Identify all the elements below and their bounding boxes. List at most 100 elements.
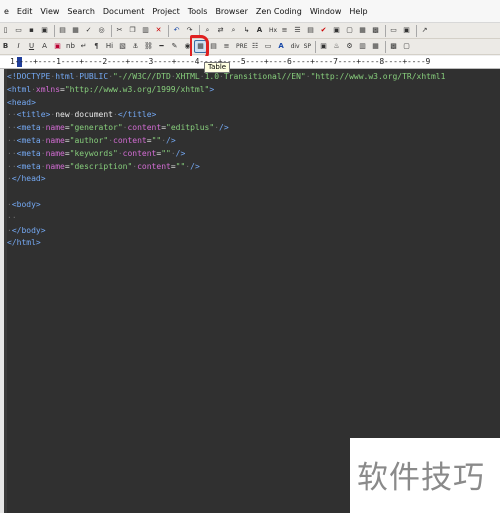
code-token: "keywords"	[69, 148, 118, 158]
print-preview-icon[interactable]: ▤	[57, 25, 68, 36]
replace-icon[interactable]: ⇄	[215, 25, 226, 36]
menu-item-search[interactable]: Search	[63, 7, 98, 16]
ruler: 1----+----1----+----2----+----3----+----…	[0, 56, 500, 69]
check-icon[interactable]: ✔	[318, 25, 329, 36]
panel2-icon[interactable]: ▢	[344, 25, 355, 36]
code-token: "generator"	[69, 123, 123, 133]
html-toolbar: B I U A ▣ nb ↵ ¶ Hi ▧ ⚓ ⛓ ━ ✎ ◉ ▦ ▤ ≡ PR…	[0, 39, 500, 55]
preview-icon[interactable]: ▥	[357, 41, 368, 52]
form-icon[interactable]: ▭	[263, 41, 274, 52]
new-file-icon[interactable]: ▯	[0, 25, 11, 36]
code-token: 1.0	[204, 72, 220, 81]
panel3-icon[interactable]: ▦	[357, 25, 368, 36]
span-button[interactable]: SP	[302, 43, 313, 50]
menu-item-document[interactable]: Document	[99, 7, 148, 16]
delete-icon[interactable]: ✕	[153, 25, 164, 36]
print-icon[interactable]: ▦	[70, 25, 81, 36]
comment-icon[interactable]: ≡	[221, 41, 232, 52]
menu-item-view[interactable]: View	[36, 7, 63, 16]
browser-preview-icon[interactable]: ◎	[96, 25, 107, 36]
toolbar-option2-icon[interactable]: ▢	[401, 41, 412, 52]
watermark-text: 软件技巧	[357, 460, 485, 496]
hr-icon[interactable]: ━	[156, 41, 167, 52]
paste-icon[interactable]: ▥	[140, 25, 151, 36]
code-line: ··<meta·name="generator"·content="editpl…	[7, 122, 445, 135]
code-token: "http://www.w3.org/TR/xhtml1	[310, 72, 446, 81]
pencil-icon[interactable]: ✎	[169, 41, 180, 52]
goto-icon[interactable]: ↳	[241, 25, 252, 36]
code-token: </head>	[11, 174, 46, 184]
code-token: ""	[161, 148, 171, 158]
tile-icon[interactable]: ▭	[388, 25, 399, 36]
nbsp-icon[interactable]: nb	[65, 41, 76, 52]
list-icon[interactable]: ☷	[250, 41, 261, 52]
css-icon[interactable]: ♨	[331, 41, 342, 52]
toolbar-separator	[168, 24, 169, 37]
find-in-files-icon[interactable]: ⌕	[228, 25, 239, 36]
anchor-icon[interactable]: ⚓	[130, 41, 141, 52]
menu-item-e[interactable]: e	[0, 7, 13, 16]
code-token: />	[219, 123, 229, 133]
code-token: document	[74, 110, 113, 120]
line-numbers-icon[interactable]: ☰	[292, 25, 303, 36]
bold-button[interactable]: B	[0, 41, 11, 52]
br-icon[interactable]: ↵	[78, 41, 89, 52]
code-token: new	[55, 110, 70, 120]
code-token: ··	[7, 148, 17, 158]
font-tag-icon[interactable]: A	[276, 41, 287, 52]
table-row-icon[interactable]: ▤	[208, 41, 219, 52]
code-line: ··<title>·new·document·</title>	[7, 109, 445, 122]
image-icon[interactable]: ▧	[117, 41, 128, 52]
word-wrap-icon[interactable]: ≡	[279, 25, 290, 36]
code-token: PUBLIC	[79, 72, 109, 81]
italic-button[interactable]: I	[13, 41, 24, 52]
toolbar-separator	[54, 24, 55, 37]
div-button[interactable]: div	[289, 43, 302, 50]
code-token: />	[175, 148, 186, 158]
code-token: content	[127, 123, 162, 133]
copy-icon[interactable]: ❐	[127, 25, 138, 36]
font-icon[interactable]: A	[39, 41, 50, 52]
font-size-up-icon[interactable]: A	[254, 25, 265, 36]
ruler-icon[interactable]: ▤	[305, 25, 316, 36]
code-token: name	[45, 161, 65, 171]
menu-item-edit[interactable]: Edit	[13, 7, 37, 16]
heading-button[interactable]: Hi	[104, 41, 115, 52]
open-file-icon[interactable]: ▭	[13, 25, 24, 36]
panel4-icon[interactable]: ▩	[370, 25, 381, 36]
menu-item-project[interactable]: Project	[148, 7, 183, 16]
spellcheck-icon[interactable]: ✓	[83, 25, 94, 36]
save-all-icon[interactable]: ▣	[39, 25, 50, 36]
find-icon[interactable]: ⌕	[202, 25, 213, 36]
save-icon[interactable]: ▪	[26, 25, 37, 36]
color-icon[interactable]: ▣	[52, 41, 63, 52]
menu-item-browser[interactable]: Browser	[211, 7, 251, 16]
code-line: ··<meta·name="description"·content=""·/>	[7, 161, 445, 174]
underline-button[interactable]: U	[26, 41, 37, 52]
cut-icon[interactable]: ✂	[114, 25, 125, 36]
cascade-icon[interactable]: ▣	[401, 25, 412, 36]
menu-item-tools[interactable]: Tools	[184, 7, 212, 16]
toolbar-option-icon[interactable]: ▩	[388, 41, 399, 52]
paragraph-button[interactable]: ¶	[91, 41, 102, 52]
code-token: "editplus"	[166, 123, 215, 133]
code-line: <html·xmlns="http://www.w3.org/1999/xhtm…	[7, 84, 445, 97]
menu-item-help[interactable]: Help	[345, 7, 371, 16]
code-line: ··<meta·name="author"·content=""·/>	[7, 135, 445, 148]
menu-item-zen-coding[interactable]: Zen Coding	[252, 7, 306, 16]
toolbar-separator	[385, 24, 387, 37]
code-content[interactable]: <!DOCTYPE·html·PUBLIC·"-//W3C//DTD·XHTML…	[7, 71, 445, 250]
panel-icon[interactable]: ▣	[331, 25, 342, 36]
code-token: "-//W3C//DTD	[113, 72, 171, 81]
html-toolbar-icon[interactable]: ▣	[318, 41, 329, 52]
help-icon[interactable]: ↗	[419, 25, 430, 36]
pre-button[interactable]: PRE	[234, 43, 250, 50]
menu-item-window[interactable]: Window	[306, 7, 346, 16]
code-token: </title>	[117, 110, 157, 120]
code-token: />	[166, 135, 176, 145]
undo-icon[interactable]: ↶	[171, 25, 182, 36]
script-icon[interactable]: ⚙	[344, 41, 355, 52]
table-tooltip: Table	[204, 62, 231, 73]
view-icon[interactable]: ▦	[370, 41, 381, 52]
link-icon[interactable]: ⛓	[143, 41, 154, 52]
